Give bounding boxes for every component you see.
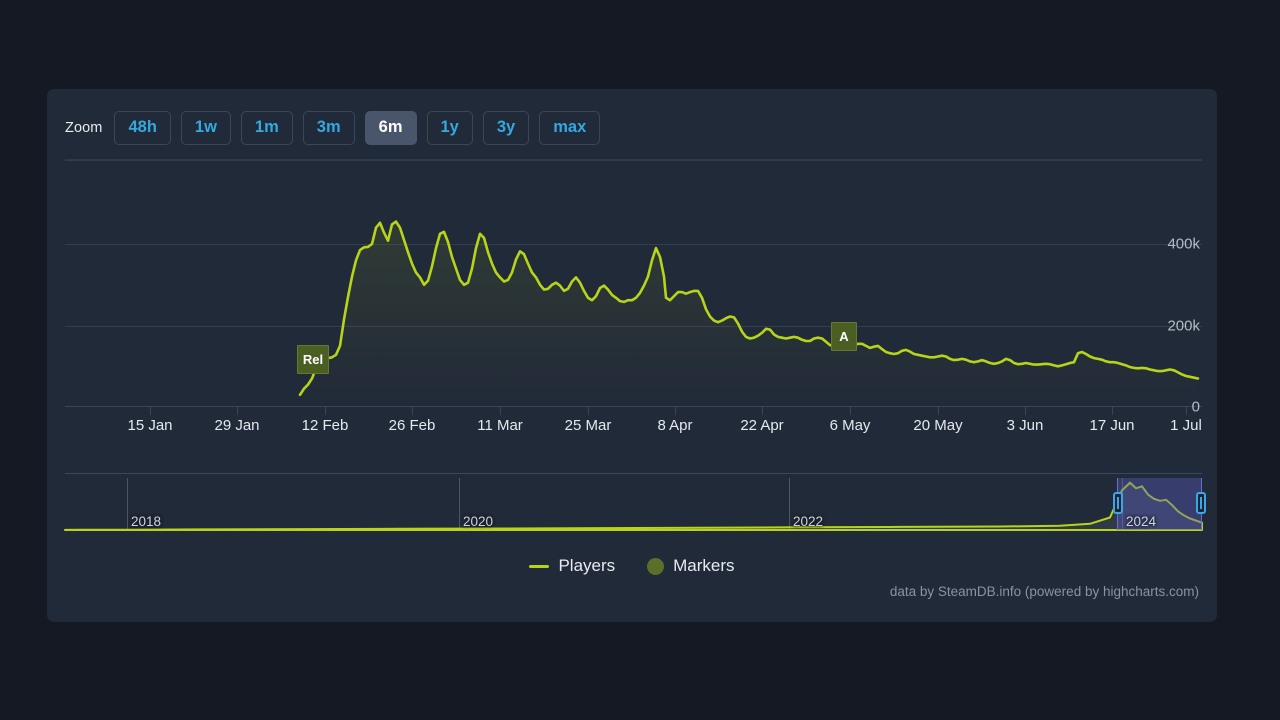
zoom-label: Zoom xyxy=(65,120,103,136)
x-axis-label: 26 Feb xyxy=(388,417,436,434)
legend-line-icon xyxy=(529,564,550,568)
legend-label-markers: Markers xyxy=(673,556,735,575)
x-axis: 15 Jan 29 Jan 12 Feb 26 Feb 11 Mar 25 Mar 8 Ap… xyxy=(65,407,1202,451)
x-axis-tick xyxy=(1186,407,1187,415)
navigator-handle-left[interactable] xyxy=(1113,492,1123,514)
x-axis-label: 20 May xyxy=(913,417,963,434)
players-line-series xyxy=(298,220,1200,407)
y-axis-label: 400k xyxy=(1167,235,1200,253)
y-axis-label: 200k xyxy=(1167,317,1200,334)
navigator-handle-right[interactable] xyxy=(1196,492,1206,514)
x-axis-tick xyxy=(588,407,589,415)
x-axis-tick xyxy=(237,407,238,415)
x-axis-tick xyxy=(675,407,676,415)
zoom-button-48h[interactable]: 48h xyxy=(114,111,171,145)
zoom-button-3y[interactable]: 3y xyxy=(482,111,530,145)
navigator-year-label: 2024 xyxy=(1126,514,1157,529)
navigator-year-label: 2020 xyxy=(463,514,494,529)
x-axis-tick xyxy=(850,407,851,415)
legend-item-markers[interactable]: Markers xyxy=(647,556,735,576)
navigator[interactable]: 2018 2020 2022 2024 xyxy=(64,473,1206,535)
navigator-top-border xyxy=(65,473,1202,474)
x-axis-tick xyxy=(412,407,413,415)
chart-credits[interactable]: data by SteamDB.info (powered by highcha… xyxy=(890,584,1199,599)
navigator-series xyxy=(64,481,1203,531)
plot-area: 0 200k 400k Rel A xyxy=(65,160,1202,416)
x-axis-label: 25 Mar xyxy=(564,417,612,434)
x-axis-label: 22 Apr xyxy=(740,417,784,434)
zoom-button-3m[interactable]: 3m xyxy=(302,111,355,145)
x-axis-tick xyxy=(1112,407,1113,415)
x-axis-label: 12 Feb xyxy=(301,417,349,434)
x-axis-label: 3 Jun xyxy=(1006,417,1044,434)
navigator-year-label: 2018 xyxy=(131,514,162,529)
x-axis-tick xyxy=(150,407,151,415)
x-axis-label: 29 Jan xyxy=(214,417,260,434)
x-axis-tick xyxy=(762,407,763,415)
flag-marker-a[interactable]: A xyxy=(831,321,857,351)
x-axis-label: 1 Jul xyxy=(1170,417,1202,434)
zoom-button-1y[interactable]: 1y xyxy=(426,111,473,145)
x-axis-label: 8 Apr xyxy=(657,417,693,434)
navigator-body[interactable]: 2018 2020 2022 2024 xyxy=(64,478,1206,531)
x-axis-tick xyxy=(938,407,939,415)
flag-marker-rel[interactable]: Rel xyxy=(297,344,329,374)
zoom-range-selector: Zoom 48h 1w 1m 3m 6m 1y 3y max xyxy=(65,109,601,147)
zoom-button-1w[interactable]: 1w xyxy=(180,111,231,145)
x-axis-tick xyxy=(1025,407,1026,415)
chart-legend: Players Markers xyxy=(47,553,1217,579)
legend-label-players: Players xyxy=(558,556,616,575)
chart-panel: Zoom 48h 1w 1m 3m 6m 1y 3y max 0 200k 40… xyxy=(47,89,1217,622)
x-axis-label: 15 Jan xyxy=(127,417,173,434)
zoom-button-max[interactable]: max xyxy=(539,111,601,145)
zoom-button-1m[interactable]: 1m xyxy=(240,111,293,145)
x-axis-tick xyxy=(500,407,501,415)
page-root: Zoom 48h 1w 1m 3m 6m 1y 3y max 0 200k 40… xyxy=(0,0,1280,720)
x-axis-label: 17 Jun xyxy=(1089,417,1135,434)
x-axis-label: 11 Mar xyxy=(477,417,523,434)
zoom-button-6m[interactable]: 6m xyxy=(364,111,417,145)
x-axis-tick xyxy=(325,407,326,415)
legend-item-players[interactable]: Players xyxy=(529,556,615,576)
legend-dot-icon xyxy=(647,557,665,575)
navigator-year-label: 2022 xyxy=(793,514,824,529)
x-axis-label: 6 May xyxy=(829,417,871,434)
